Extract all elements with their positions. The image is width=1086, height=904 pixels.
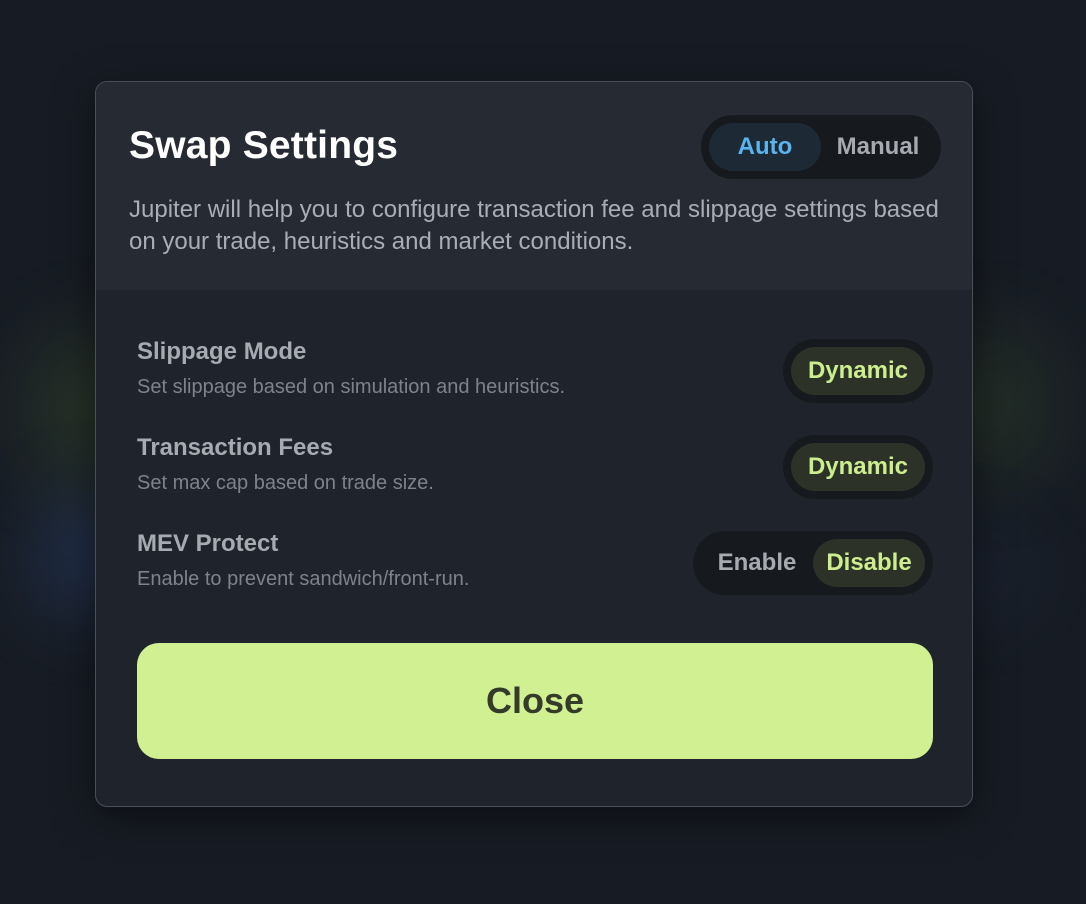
setting-row-transaction-fees: Transaction Fees Set max cap based on tr… bbox=[137, 434, 933, 499]
setting-row-mev-protect: MEV Protect Enable to prevent sandwich/f… bbox=[137, 530, 933, 595]
auto-mode-button[interactable]: Auto bbox=[709, 123, 821, 171]
mev-disable-button[interactable]: Disable bbox=[813, 539, 925, 587]
setting-description: Set max cap based on trade size. bbox=[137, 472, 434, 494]
setting-description: Set slippage based on simulation and heu… bbox=[137, 376, 566, 398]
setting-label: Transaction Fees bbox=[137, 434, 334, 461]
close-button[interactable]: Close bbox=[137, 643, 933, 759]
setting-label: Slippage Mode bbox=[137, 338, 307, 365]
auto-manual-toggle: Auto Manual bbox=[701, 115, 941, 179]
modal-title: Swap Settings bbox=[129, 124, 399, 167]
transaction-fees-toggle: Dynamic bbox=[783, 435, 933, 499]
setting-row-slippage-mode: Slippage Mode Set slippage based on simu… bbox=[137, 338, 933, 403]
fees-dynamic-button[interactable]: Dynamic bbox=[791, 443, 925, 491]
mev-protect-toggle: Enable Disable bbox=[693, 531, 933, 595]
slippage-dynamic-button[interactable]: Dynamic bbox=[791, 347, 925, 395]
setting-description: Enable to prevent sandwich/front-run. bbox=[137, 568, 470, 590]
swap-settings-modal: Swap Settings Auto Manual Jupiter will h… bbox=[95, 81, 973, 807]
mev-enable-button[interactable]: Enable bbox=[705, 539, 809, 587]
slippage-mode-toggle: Dynamic bbox=[783, 339, 933, 403]
modal-header: Swap Settings Auto Manual Jupiter will h… bbox=[96, 82, 972, 290]
setting-label: MEV Protect bbox=[137, 530, 279, 557]
modal-description: Jupiter will help you to configure trans… bbox=[129, 196, 939, 255]
manual-mode-button[interactable]: Manual bbox=[823, 123, 933, 171]
